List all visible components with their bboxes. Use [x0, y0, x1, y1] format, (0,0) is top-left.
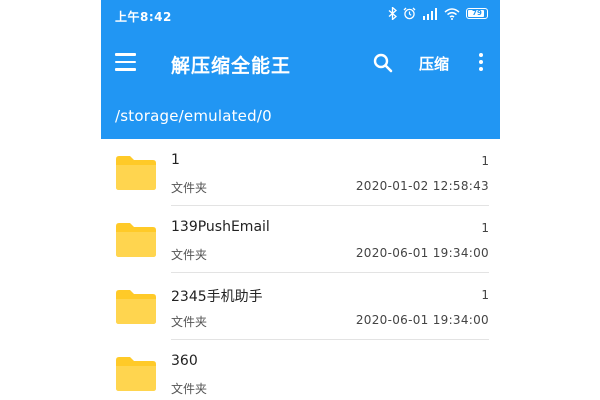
app-title: 解压缩全能王: [171, 55, 292, 77]
phone-screen: 上午8:42 79 解压缩全能王 压缩 /storage/emulated/0 …: [101, 0, 500, 400]
status-time: 上午8:42: [115, 10, 172, 24]
file-date: 2020-06-01 19:34:00: [355, 246, 489, 260]
current-path: /storage/emulated/0: [115, 107, 272, 125]
file-list-item[interactable]: 360 文件夹: [101, 340, 500, 400]
file-count: 1: [481, 288, 489, 302]
file-name: 360: [171, 353, 198, 369]
folder-icon: [116, 290, 156, 324]
file-type: 文件夹: [171, 382, 208, 396]
file-date: 2020-01-02 12:58:43: [355, 179, 489, 193]
folder-icon: [116, 156, 156, 190]
wifi-icon: [444, 7, 460, 20]
compress-button[interactable]: 压缩: [419, 53, 449, 74]
app-bar: 上午8:42 79 解压缩全能王 压缩 /storage/emulated/0: [101, 0, 500, 139]
battery-level: 79: [472, 9, 482, 17]
more-vert-icon[interactable]: [477, 53, 485, 73]
file-type: 文件夹: [171, 248, 208, 262]
file-type: 文件夹: [171, 181, 208, 195]
menu-icon[interactable]: [115, 53, 136, 71]
file-list-item[interactable]: 1 文件夹 1 2020-01-02 12:58:43: [101, 139, 500, 206]
file-type: 文件夹: [171, 315, 208, 329]
file-name: 139PushEmail: [171, 219, 270, 235]
status-bar: 上午8:42 79: [101, 0, 500, 32]
file-list-item[interactable]: 2345手机助手 文件夹 1 2020-06-01 19:34:00: [101, 273, 500, 340]
bluetooth-icon: [388, 7, 397, 20]
file-list-item[interactable]: 139PushEmail 文件夹 1 2020-06-01 19:34:00: [101, 206, 500, 273]
folder-icon: [116, 357, 156, 391]
file-count: 1: [481, 221, 489, 235]
toolbar: 解压缩全能王 压缩: [101, 40, 500, 86]
alarm-icon: [403, 7, 416, 20]
folder-icon: [116, 223, 156, 257]
file-name: 1: [171, 152, 180, 168]
file-date: 2020-06-01 19:34:00: [355, 313, 489, 327]
file-list: 1 文件夹 1 2020-01-02 12:58:43 139PushEmail…: [101, 139, 500, 400]
search-icon[interactable]: [371, 51, 395, 75]
file-name: 2345手机助手: [171, 289, 263, 305]
battery-icon: 79: [466, 8, 488, 19]
file-count: 1: [481, 154, 489, 168]
status-icons: 79: [388, 7, 488, 20]
signal-icon: [422, 7, 438, 20]
